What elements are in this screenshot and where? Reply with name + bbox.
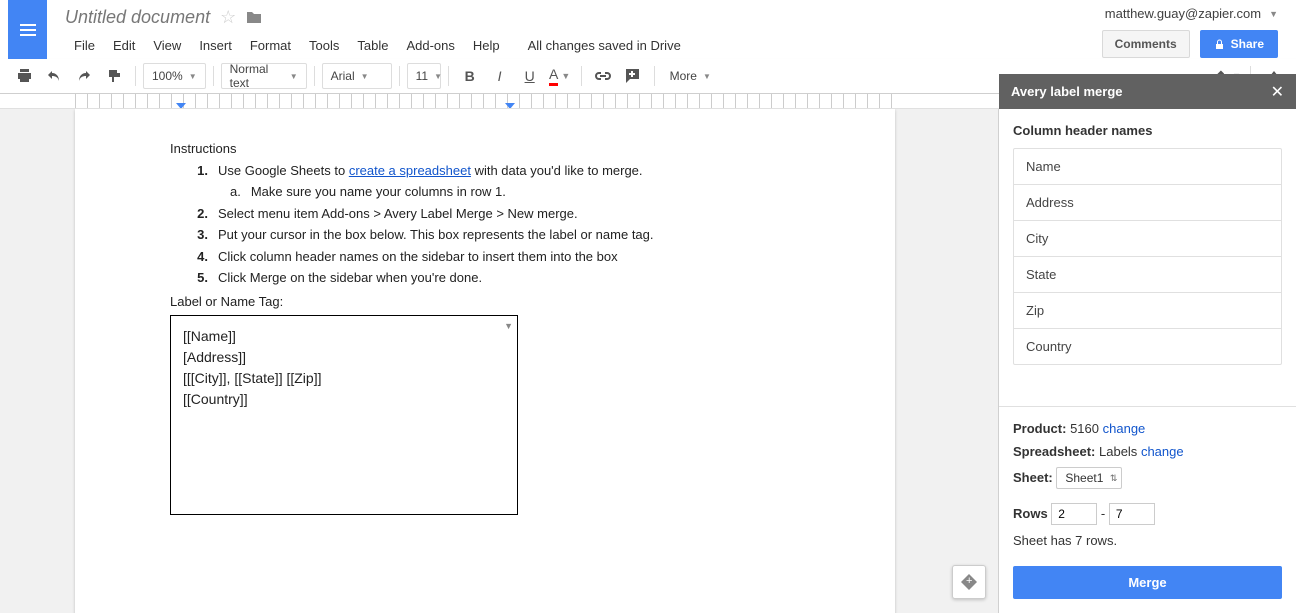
list-item: Click column header names on the sidebar… [218,247,618,267]
spreadsheet-label: Spreadsheet: [1013,444,1095,459]
spreadsheet-value: Labels [1099,444,1137,459]
label-tag-heading: Label or Name Tag: [170,292,800,312]
save-status: All changes saved in Drive [519,35,690,56]
rows-label: Rows [1013,506,1048,521]
menu-table[interactable]: Table [348,35,397,56]
font-size-select[interactable]: 11▼ [407,63,441,89]
style-select[interactable]: Normal text▼ [221,63,307,89]
undo-icon[interactable] [40,62,68,90]
label-line: [[Country]] [183,389,505,410]
list-item: Make sure you name your columns in row 1… [251,182,506,202]
header-bar: Untitled document ☆ File Edit View Inser… [0,0,1296,59]
font-select[interactable]: Arial▼ [322,63,392,89]
merge-button[interactable]: Merge [1013,566,1282,599]
sheet-select[interactable]: Sheet1 [1056,467,1122,489]
print-icon[interactable] [10,62,38,90]
label-line: [Address]] [183,347,505,368]
addon-sidebar: Avery label merge ✕ Column header names … [998,109,1296,613]
menu-insert[interactable]: Insert [190,35,241,56]
close-icon[interactable]: ✕ [1271,82,1284,102]
star-icon[interactable]: ☆ [220,7,236,28]
rows-to-input[interactable] [1109,503,1155,525]
spreadsheet-change-link[interactable]: change [1141,444,1184,459]
column-item-address[interactable]: Address [1014,185,1281,221]
list-item: Put your cursor in the box below. This b… [218,225,654,245]
sidebar-header: Avery label merge ✕ [999,74,1296,109]
text-color-icon[interactable]: A▼ [546,62,574,90]
menu-view[interactable]: View [144,35,190,56]
column-item-country[interactable]: Country [1014,329,1281,364]
folder-icon[interactable] [246,10,262,24]
column-item-name[interactable]: Name [1014,149,1281,185]
column-item-city[interactable]: City [1014,221,1281,257]
menu-file[interactable]: File [65,35,104,56]
underline-icon[interactable]: U [516,62,544,90]
chevron-down-icon: ▼ [1269,9,1278,19]
link-icon[interactable] [589,62,617,90]
docs-logo[interactable] [8,0,47,59]
list-item: Click Merge on the sidebar when you're d… [218,268,482,288]
redo-icon[interactable] [70,62,98,90]
bold-icon[interactable]: B [456,62,484,90]
explore-button[interactable] [952,565,986,599]
comment-add-icon[interactable] [619,62,647,90]
zoom-select[interactable]: 100%▼ [143,63,206,89]
label-template-box[interactable]: ▼ [[Name]] [Address]] [[[City]], [[State… [170,315,518,515]
label-line: [[Name]] [183,326,505,347]
product-label: Product: [1013,421,1066,436]
create-spreadsheet-link[interactable]: create a spreadsheet [349,163,471,178]
paint-format-icon[interactable] [100,62,128,90]
more-select[interactable]: More▼ [662,63,719,89]
user-email: matthew.guay@zapier.com [1105,6,1261,21]
rows-hint: Sheet has 7 rows. [1013,533,1282,548]
document-title[interactable]: Untitled document [65,7,210,28]
label-line: [[[City]], [[State]] [[Zip]] [183,368,505,389]
menu-tools[interactable]: Tools [300,35,348,56]
list-item: Use Google Sheets to create a spreadshee… [218,161,643,181]
explore-icon [961,574,977,590]
column-header-title: Column header names [1013,123,1282,138]
page[interactable]: Instructions 1.Use Google Sheets to crea… [75,109,895,613]
column-item-zip[interactable]: Zip [1014,293,1281,329]
comments-button[interactable]: Comments [1102,30,1190,58]
menu-format[interactable]: Format [241,35,300,56]
product-change-link[interactable]: change [1103,421,1146,436]
share-button[interactable]: Share [1200,30,1278,58]
rows-from-input[interactable] [1051,503,1097,525]
menu-help[interactable]: Help [464,35,509,56]
instructions-heading: Instructions [170,139,800,159]
chevron-down-icon[interactable]: ▼ [504,320,513,334]
sidebar-title: Avery label merge [1011,84,1123,99]
list-item: Select menu item Add-ons > Avery Label M… [218,204,578,224]
column-list: Name Address City State Zip Country [1013,148,1282,365]
user-account[interactable]: matthew.guay@zapier.com ▼ [1105,6,1278,21]
menu-edit[interactable]: Edit [104,35,144,56]
menu-addons[interactable]: Add-ons [397,35,463,56]
sheet-label: Sheet: [1013,470,1053,485]
document-canvas[interactable]: Instructions 1.Use Google Sheets to crea… [0,109,998,613]
product-value: 5160 [1070,421,1099,436]
column-item-state[interactable]: State [1014,257,1281,293]
lock-icon [1214,39,1225,50]
italic-icon[interactable]: I [486,62,514,90]
